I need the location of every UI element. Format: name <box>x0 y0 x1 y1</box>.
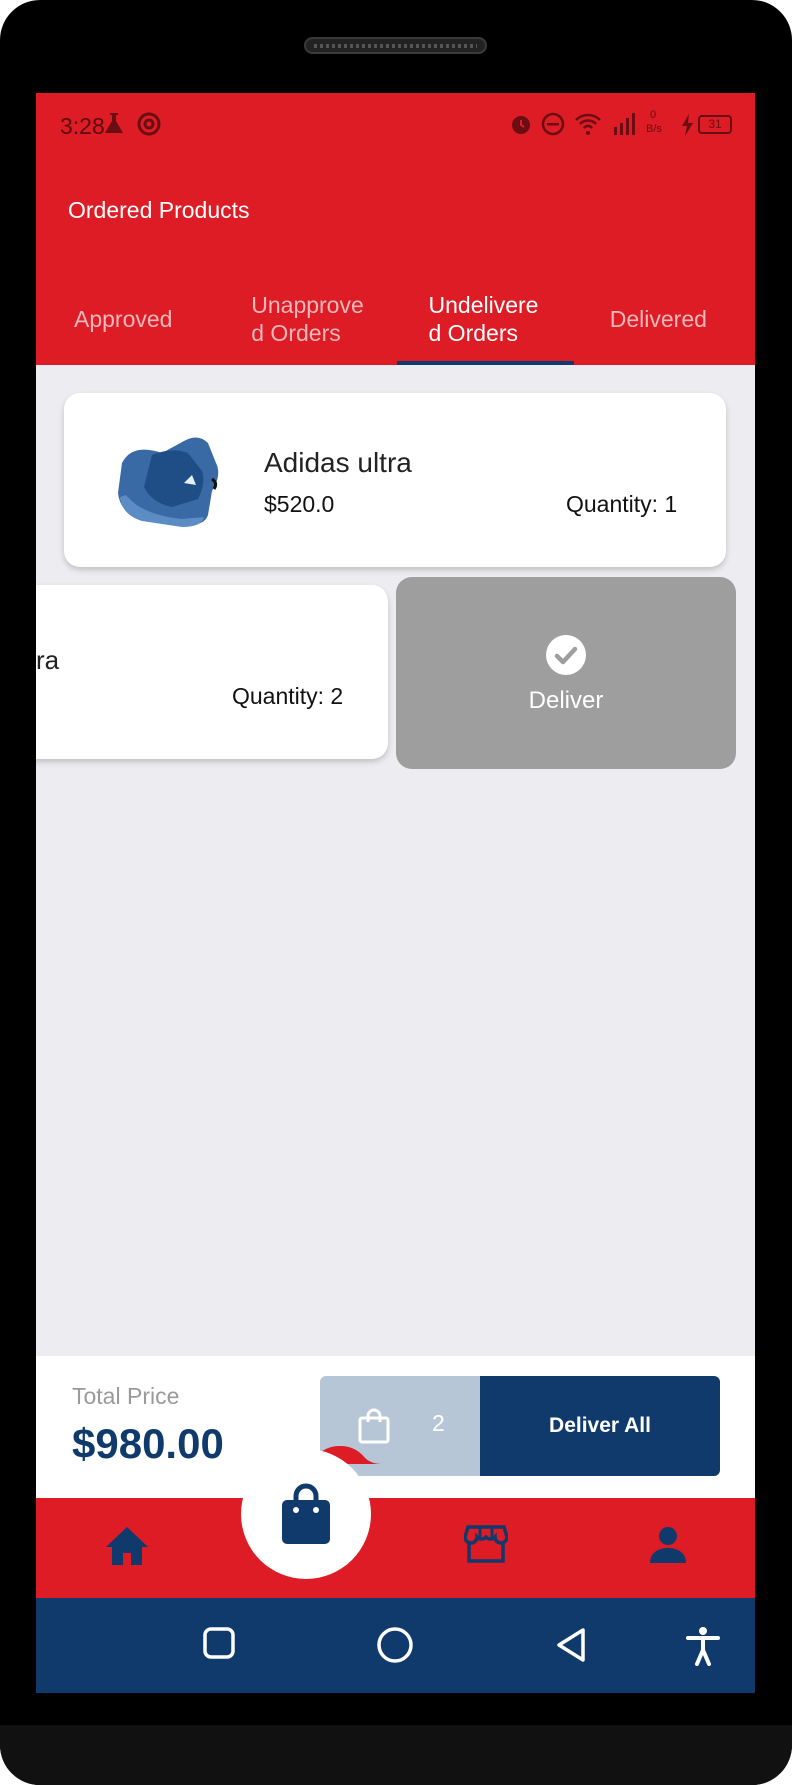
charging-icon <box>682 114 693 136</box>
deliver-label: Deliver <box>528 687 604 714</box>
product-name: Adidas ultra <box>264 447 412 478</box>
product-name-partial: ra <box>36 645 60 675</box>
net-speed-value: 0 <box>650 109 657 121</box>
battery-icon: 31 <box>698 115 732 134</box>
system-nav-bar <box>36 1598 755 1693</box>
shopping-bag-icon <box>282 1483 330 1544</box>
check-circle-icon <box>546 635 586 675</box>
tab-label: Undelivere d Orders <box>428 292 539 346</box>
sync-icon <box>137 112 161 136</box>
status-time: 3:28 <box>60 113 105 139</box>
product-quantity: Quantity: 2 <box>232 683 344 709</box>
total-price-label: Total Price <box>72 1383 180 1409</box>
accessibility-icon[interactable] <box>686 1626 720 1666</box>
status-bar: 3:28 0 B/s 31 <box>36 93 755 157</box>
square-recents-icon[interactable] <box>202 1626 236 1660</box>
tab-label: Unapprove d Orders <box>251 292 364 346</box>
tab-undelivered-orders[interactable]: Undelivere d Orders <box>396 273 575 365</box>
triangle-back-icon[interactable] <box>554 1626 588 1664</box>
shopping-bag-icon <box>358 1408 390 1444</box>
net-speed-unit: B/s <box>646 123 662 135</box>
speaker-grille <box>304 37 487 54</box>
tab-approved[interactable]: Approved <box>36 273 219 365</box>
home-icon[interactable] <box>104 1525 150 1567</box>
do-not-disturb-icon <box>541 112 565 136</box>
app-screen: 3:28 0 B/s 31 Ordered Products Approved … <box>36 93 755 1693</box>
phone-bottom-bezel <box>0 1725 792 1785</box>
flask-icon <box>105 113 123 133</box>
product-price: $520.0 <box>264 491 335 517</box>
person-icon[interactable] <box>648 1525 688 1565</box>
product-quantity: Quantity: 1 <box>566 491 678 517</box>
product-image <box>118 437 219 527</box>
order-card[interactable]: Adidas ultra $520.0 Quantity: 1 <box>64 393 726 567</box>
phone-frame: 3:28 0 B/s 31 Ordered Products Approved … <box>0 0 792 1785</box>
wifi-icon <box>575 113 601 135</box>
app-bar: 3:28 0 B/s 31 Ordered Products Approved … <box>36 93 755 365</box>
alarm-icon <box>512 116 530 134</box>
signal-icon <box>614 113 635 135</box>
order-tabs: Approved Unapprove d Orders Undelivere d… <box>36 273 755 365</box>
deliver-swipe-action[interactable]: Deliver <box>396 577 736 769</box>
order-card-swiped[interactable]: ra Quantity: 2 <box>36 585 388 759</box>
tab-delivered[interactable]: Delivered <box>574 273 755 365</box>
tab-unapproved-orders[interactable]: Unapprove d Orders <box>219 273 396 365</box>
deliver-all-button[interactable]: Deliver All <box>480 1376 720 1476</box>
circle-home-icon[interactable] <box>376 1626 414 1664</box>
store-icon[interactable] <box>464 1523 508 1565</box>
orders-fab[interactable] <box>241 1449 371 1579</box>
bag-count: 2 <box>432 1410 445 1436</box>
page-title: Ordered Products <box>68 197 250 223</box>
